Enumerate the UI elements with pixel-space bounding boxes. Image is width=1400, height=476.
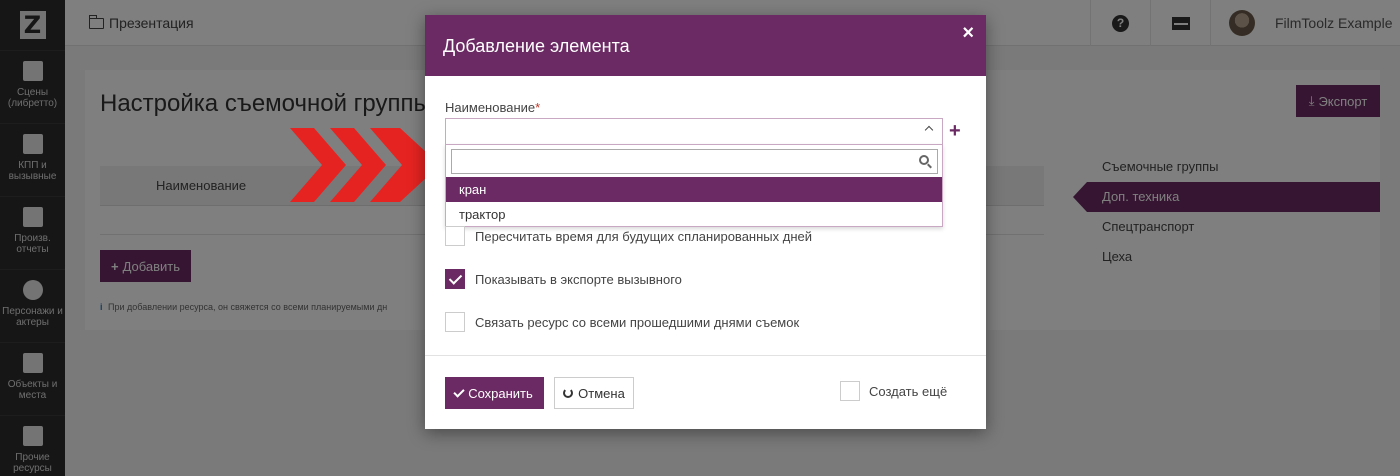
create-more-checkbox[interactable] xyxy=(840,381,860,401)
export-checkbox-row[interactable]: Показывать в экспорте вызывного xyxy=(445,269,682,289)
dropdown-search-input[interactable] xyxy=(451,149,938,174)
dropdown-option-tractor[interactable]: трактор xyxy=(446,202,942,227)
export-checkbox-label: Показывать в экспорте вызывного xyxy=(475,271,682,287)
save-button[interactable]: Сохранить xyxy=(445,377,544,409)
chevron-arrows-icon xyxy=(290,128,440,202)
modal-title: Добавление элемента xyxy=(443,36,630,56)
close-icon[interactable]: × xyxy=(962,23,974,43)
recalc-checkbox[interactable] xyxy=(445,226,465,246)
undo-icon xyxy=(563,388,574,398)
chevron-up-icon xyxy=(924,125,934,135)
modal-header: Добавление элемента × xyxy=(425,15,986,76)
cancel-button[interactable]: Отмена xyxy=(554,377,634,409)
add-option-button[interactable]: + xyxy=(949,121,961,141)
name-label-text: Наименование xyxy=(445,100,536,115)
save-label: Сохранить xyxy=(468,385,533,401)
link-past-checkbox[interactable] xyxy=(445,312,465,332)
name-field-label: Наименование* xyxy=(445,100,540,115)
dropdown-option-crane[interactable]: кран xyxy=(446,177,942,202)
check-icon xyxy=(453,385,465,398)
select-dropdown: кран трактор xyxy=(445,144,943,227)
recalc-checkbox-row[interactable]: Пересчитать время для будущих спланирова… xyxy=(445,226,812,246)
search-icon xyxy=(919,155,929,165)
recalc-label: Пересчитать время для будущих спланирова… xyxy=(475,228,812,244)
required-mark: * xyxy=(535,100,541,115)
export-checkbox[interactable] xyxy=(445,269,465,289)
create-more-label: Создать ещё xyxy=(869,383,948,399)
modal-footer-divider xyxy=(425,355,986,356)
link-past-label: Связать ресурс со всеми прошедшими днями… xyxy=(475,314,800,330)
link-past-checkbox-row[interactable]: Связать ресурс со всеми прошедшими днями… xyxy=(445,312,799,332)
cancel-label: Отмена xyxy=(578,385,625,401)
create-more-row[interactable]: Создать ещё xyxy=(840,381,947,401)
add-item-modal: Добавление элемента × Наименование* + кр… xyxy=(425,15,986,429)
